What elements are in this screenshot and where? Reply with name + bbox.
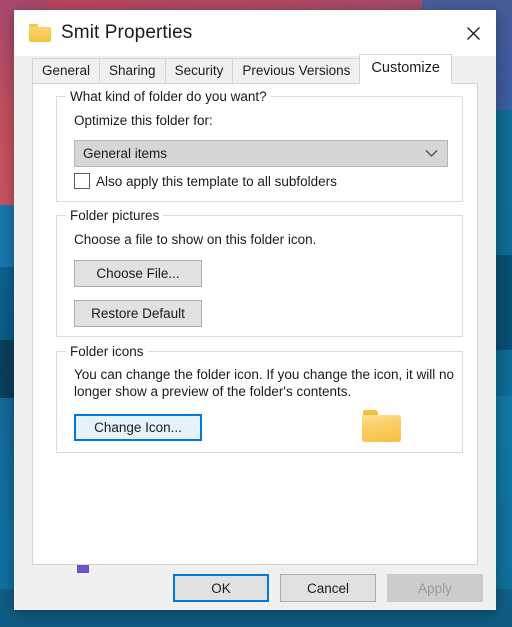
title-bar: Smit Properties — [14, 10, 496, 56]
tab-previous-versions[interactable]: Previous Versions — [232, 58, 361, 83]
tab-general[interactable]: General — [32, 58, 101, 83]
close-button[interactable] — [450, 10, 496, 56]
folder-icons-description-line1: You can change the folder icon. If you c… — [74, 367, 455, 382]
change-icon-button[interactable]: Change Icon... — [74, 414, 202, 441]
apply-to-subfolders-checkbox-row[interactable]: Also apply this template to all subfolde… — [74, 173, 337, 189]
tab-sharing[interactable]: Sharing — [99, 58, 166, 83]
restore-default-button[interactable]: Restore Default — [74, 300, 202, 327]
cancel-button[interactable]: Cancel — [280, 574, 376, 602]
tab-security[interactable]: Security — [164, 58, 234, 83]
optimize-folder-label: Optimize this folder for: — [74, 113, 213, 128]
tab-page-customize: What kind of folder do you want? Optimiz… — [32, 83, 478, 565]
choose-file-button[interactable]: Choose File... — [74, 260, 202, 287]
group-folder-icons: Folder icons You can change the folder i… — [56, 344, 463, 453]
folder-properties-dialog: Smit Properties General Sharing Security… — [14, 10, 496, 610]
ok-button[interactable]: OK — [173, 574, 269, 602]
dialog-footer: OK Cancel Apply — [14, 565, 496, 610]
window-title: Smit Properties — [61, 22, 193, 43]
tab-strip: General Sharing Security Previous Versio… — [14, 54, 496, 84]
tab-customize[interactable]: Customize — [359, 54, 452, 84]
optimize-folder-dropdown[interactable]: General items — [74, 140, 448, 167]
apply-button: Apply — [387, 574, 483, 602]
group-folder-kind-legend: What kind of folder do you want? — [66, 89, 271, 104]
apply-to-subfolders-checkbox[interactable] — [74, 173, 90, 189]
group-folder-kind: What kind of folder do you want? Optimiz… — [56, 89, 463, 202]
group-folder-icons-legend: Folder icons — [66, 344, 148, 359]
folder-icon-preview — [362, 410, 401, 442]
chevron-down-icon — [425, 149, 438, 158]
group-folder-pictures: Folder pictures Choose a file to show on… — [56, 208, 463, 337]
folder-icon — [29, 24, 51, 42]
apply-to-subfolders-label: Also apply this template to all subfolde… — [96, 173, 337, 189]
folder-icons-description-line2: longer show a preview of the folder's co… — [74, 384, 352, 399]
group-folder-pictures-legend: Folder pictures — [66, 208, 164, 223]
optimize-folder-value: General items — [83, 146, 168, 161]
folder-pictures-description: Choose a file to show on this folder ico… — [74, 232, 317, 247]
close-icon — [466, 26, 480, 40]
